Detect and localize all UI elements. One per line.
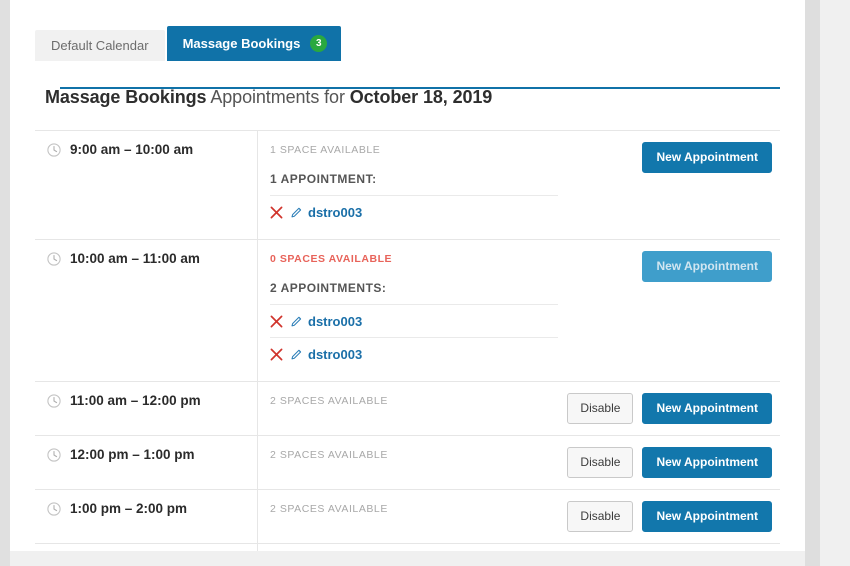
new-appointment-button[interactable]: New Appointment [642,142,772,173]
clock-icon [47,394,61,408]
slot-time-cell: 12:00 pm – 1:00 pm [35,436,258,489]
slot-time-label: 9:00 am – 10:00 am [70,142,194,157]
appointment-user-link[interactable]: dstro003 [308,205,362,220]
slot-actions: Disable New Appointment [567,501,780,532]
slot-time-label: 12:00 pm – 1:00 pm [70,447,195,462]
page-background-right [820,0,850,566]
appointment-entry: dstro003 [270,304,558,337]
appointment-slot-row: 10:00 am – 11:00 am 0 SPACES AVAILABLE 2 A… [35,240,780,382]
tab-label: Default Calendar [51,38,149,53]
slot-actions: New Appointment [642,142,780,228]
new-appointment-button[interactable]: New Appointment [642,501,772,532]
page-title-date: October 18, 2019 [349,87,493,107]
delete-appointment-icon[interactable] [270,348,283,361]
slot-time-cell: 10:00 am – 11:00 am [35,240,258,381]
appointment-slot-row: 9:00 am – 10:00 am 1 SPACE AVAILABLE 1 APP… [35,131,780,240]
tab-label: Massage Bookings [182,36,301,51]
slot-time-cell: 11:00 am – 12:00 pm [35,382,258,435]
content-panel: Default Calendar Massage Bookings 3 Mass… [10,0,805,551]
appointment-slot-row: 1:00 pm – 2:00 pm 2 SPACES AVAILABLE Disab… [35,490,780,544]
appointment-entry: dstro003 [270,195,558,228]
clock-icon [47,448,61,462]
availability-text: 1 SPACE AVAILABLE [270,144,381,156]
slot-detail-cell: 1 SPACE AVAILABLE 1 APPOINTMENT: dstro003 N… [258,131,780,239]
page-title: Massage Bookings Appointments for Octobe… [45,87,805,108]
tab-default-calendar[interactable]: Default Calendar [35,30,165,61]
slot-time-cell: 9:00 am – 10:00 am [35,131,258,239]
clock-icon [47,143,61,157]
availability-text: 0 SPACES AVAILABLE [270,253,393,265]
edit-appointment-icon[interactable] [290,348,303,361]
tab-count-badge: 3 [310,35,328,52]
slot-time-cell: 1:00 pm – 2:00 pm [35,490,258,543]
slot-detail-cell: 2 SPACES AVAILABLEDisableNew Appointment [258,544,780,551]
slot-time-label: 10:00 am – 11:00 am [70,251,200,266]
slot-actions: Disable New Appointment [567,393,780,424]
slot-detail-cell: 2 SPACES AVAILABLE Disable New Appointment [258,436,780,489]
disable-button[interactable]: Disable [567,501,634,532]
disable-button[interactable]: Disable [567,393,634,424]
calendar-tabs: Default Calendar Massage Bookings 3 [35,26,805,89]
availability-text: 2 SPACES AVAILABLE [270,395,388,407]
delete-appointment-icon[interactable] [270,315,283,328]
page-title-calendar: Massage Bookings [45,87,207,107]
clock-icon [47,502,61,516]
tab-underline [60,87,780,89]
clock-icon [47,252,61,266]
slot-actions: New Appointment [642,251,780,370]
scrollbar-track[interactable] [805,0,820,566]
slot-detail-cell: 0 SPACES AVAILABLE 2 APPOINTMENTS: dstro00… [258,240,780,381]
appointment-slot-row: 11:00 am – 12:00 pm 2 SPACES AVAILABLE Dis… [35,382,780,436]
edit-appointment-icon[interactable] [290,206,303,219]
appointment-user-link[interactable]: dstro003 [308,314,362,329]
appointment-count-label: 2 APPOINTMENTS: [270,281,387,295]
slot-detail-cell: 2 SPACES AVAILABLE Disable New Appointment [258,490,780,543]
appointment-entry: dstro003 [270,337,558,370]
slot-availability-area: 2 SPACES AVAILABLE [270,501,567,532]
slot-time-label: 1:00 pm – 2:00 pm [70,501,188,516]
slot-availability-area: 1 SPACE AVAILABLE 1 APPOINTMENT: dstro003 [270,142,642,228]
slot-time-cell: 2:00 pm – 3:00 pm [35,544,258,551]
appointment-count-label: 1 APPOINTMENT: [270,172,377,186]
left-gutter [0,0,10,566]
slot-time-label: 11:00 am – 12:00 pm [70,393,201,408]
slot-availability-area: 2 SPACES AVAILABLE [270,447,567,478]
appointment-entries: dstro003 dstro003 [270,304,558,370]
slot-availability-area: 2 SPACES AVAILABLE [270,393,567,424]
availability-text: 2 SPACES AVAILABLE [270,449,388,461]
slot-detail-cell: 2 SPACES AVAILABLE Disable New Appointment [258,382,780,435]
delete-appointment-icon[interactable] [270,206,283,219]
disable-button[interactable]: Disable [567,447,634,478]
availability-text: 2 SPACES AVAILABLE [270,503,388,515]
new-appointment-button: New Appointment [642,251,772,282]
appointment-user-link[interactable]: dstro003 [308,347,362,362]
slot-actions: Disable New Appointment [567,447,780,478]
new-appointment-button[interactable]: New Appointment [642,447,772,478]
appointment-slot-row: 12:00 pm – 1:00 pm 2 SPACES AVAILABLE Disa… [35,436,780,490]
edit-appointment-icon[interactable] [290,315,303,328]
tab-massage-bookings[interactable]: Massage Bookings 3 [166,26,342,61]
appointment-slot-list: 9:00 am – 10:00 am 1 SPACE AVAILABLE 1 APP… [35,130,780,551]
appointment-slot-row: 2:00 pm – 3:00 pm2 SPACES AVAILABLEDisab… [35,544,780,551]
appointment-entries: dstro003 [270,195,558,228]
new-appointment-button[interactable]: New Appointment [642,393,772,424]
slot-availability-area: 0 SPACES AVAILABLE 2 APPOINTMENTS: dstro00… [270,251,642,370]
page-title-middle: Appointments for [206,87,350,107]
screen: Default Calendar Massage Bookings 3 Mass… [0,0,850,566]
